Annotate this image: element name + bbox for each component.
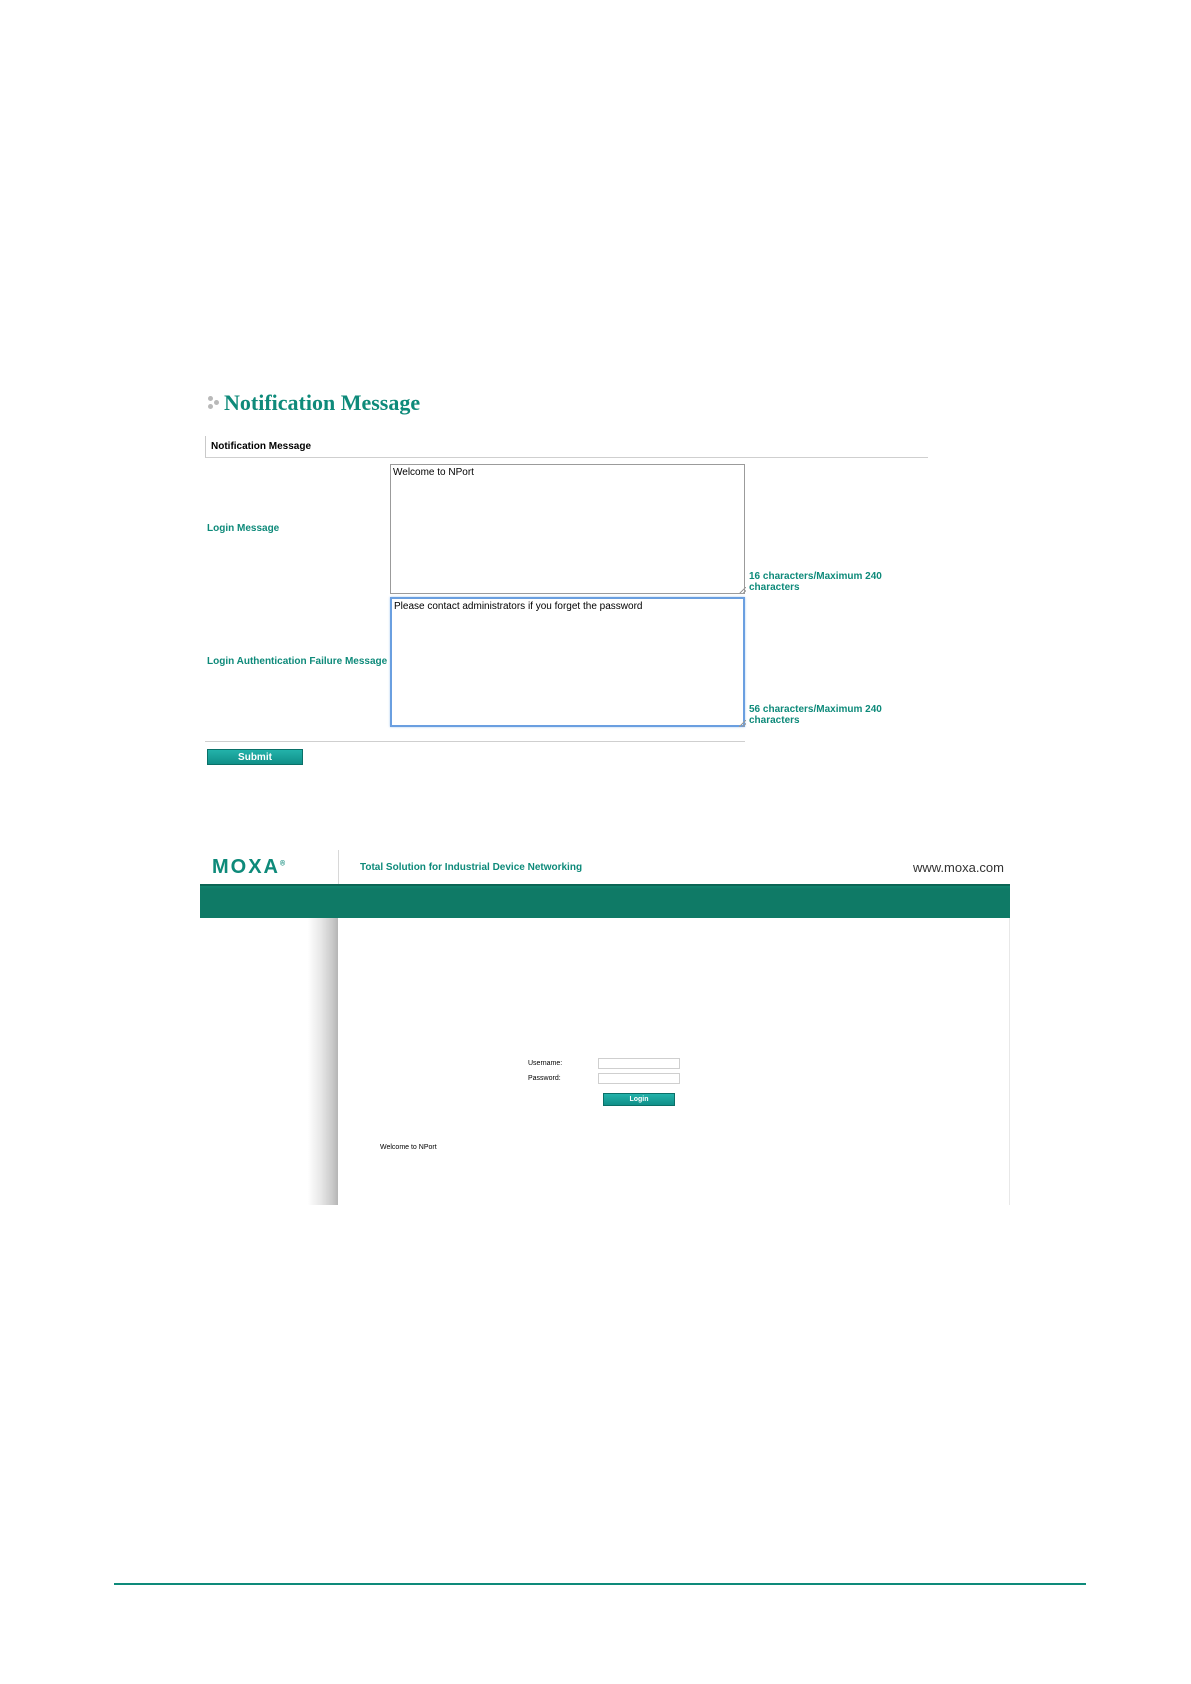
- login-button[interactable]: Login: [603, 1093, 675, 1106]
- divider: [205, 741, 745, 742]
- footer-rule: [114, 1583, 1086, 1585]
- header-bar: [200, 884, 1010, 918]
- login-message-textarea[interactable]: Welcome to NPort: [390, 464, 745, 594]
- login-message-label: Login Message: [207, 523, 280, 534]
- login-main: Username: Password: Login Welcome to NPo…: [338, 918, 1010, 1205]
- resize-grip-icon[interactable]: [739, 587, 746, 594]
- failure-message-char-count: 56 characters/Maximum 240 characters: [749, 704, 882, 726]
- divider: [338, 850, 339, 884]
- username-label: Username:: [528, 1060, 563, 1067]
- welcome-message: Welcome to NPort: [380, 1144, 437, 1151]
- tagline: Total Solution for Industrial Device Net…: [360, 862, 583, 873]
- failure-message-textarea[interactable]: Please contact administrators if you for…: [390, 597, 745, 727]
- logo-wordmark: MOXA: [212, 855, 280, 878]
- registered-mark: ®: [280, 859, 286, 867]
- logo-text: MOXA®: [212, 856, 285, 879]
- username-input[interactable]: [598, 1058, 680, 1069]
- page-title: Notification Message: [208, 388, 420, 418]
- logo: MOXA®: [200, 850, 338, 884]
- resize-grip-icon[interactable]: [739, 720, 746, 727]
- login-message-char-count: 16 characters/Maximum 240 characters: [749, 571, 882, 593]
- password-label: Password:: [528, 1075, 561, 1082]
- moxa-login-page: MOXA® Total Solution for Industrial Devi…: [200, 850, 1010, 1205]
- top-bar: MOXA® Total Solution for Industrial Devi…: [200, 850, 1010, 884]
- sidebar: [200, 918, 338, 1205]
- section-header: Notification Message: [205, 436, 928, 458]
- bullet-icon: [208, 395, 220, 411]
- password-input[interactable]: [598, 1073, 680, 1084]
- page-title-text: Notification Message: [224, 390, 421, 415]
- notification-message-panel: Notification Message Notification Messag…: [205, 388, 930, 768]
- site-url[interactable]: www.moxa.com: [913, 860, 1004, 875]
- failure-message-label: Login Authentication Failure Message: [207, 656, 388, 667]
- submit-button[interactable]: Submit: [207, 749, 303, 765]
